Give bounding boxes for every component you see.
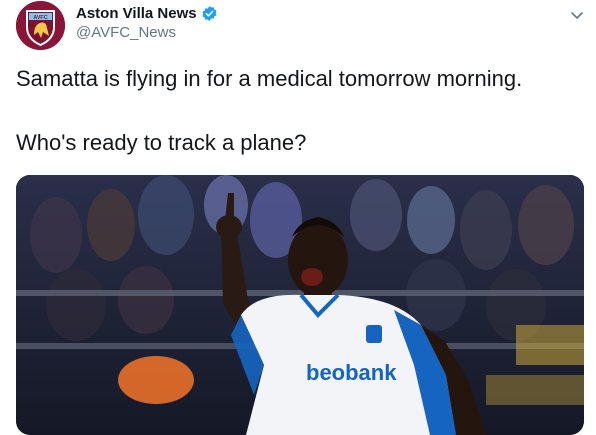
verified-badge-icon bbox=[201, 5, 218, 22]
user-handle[interactable]: @AVFC_News bbox=[76, 24, 218, 41]
author-block: Aston Villa News @AVFC_News bbox=[76, 5, 218, 41]
avatar[interactable]: AVFC bbox=[16, 1, 65, 50]
chevron-down-icon[interactable] bbox=[568, 6, 586, 24]
shirt-sponsor-text: beobank bbox=[306, 360, 397, 385]
tweet-text: Samatta is flying in for a medical tomor… bbox=[16, 66, 523, 155]
display-name[interactable]: Aston Villa News bbox=[76, 5, 197, 22]
tweet-card[interactable]: AVFC Aston Villa News @AVFC_News Samatta… bbox=[0, 0, 596, 435]
club-crest-icon: AVFC bbox=[16, 1, 65, 50]
footballer-photo: beobank bbox=[16, 175, 584, 435]
tweet-media-photo[interactable]: beobank bbox=[16, 175, 584, 435]
avatar-text: AVFC bbox=[33, 15, 48, 21]
